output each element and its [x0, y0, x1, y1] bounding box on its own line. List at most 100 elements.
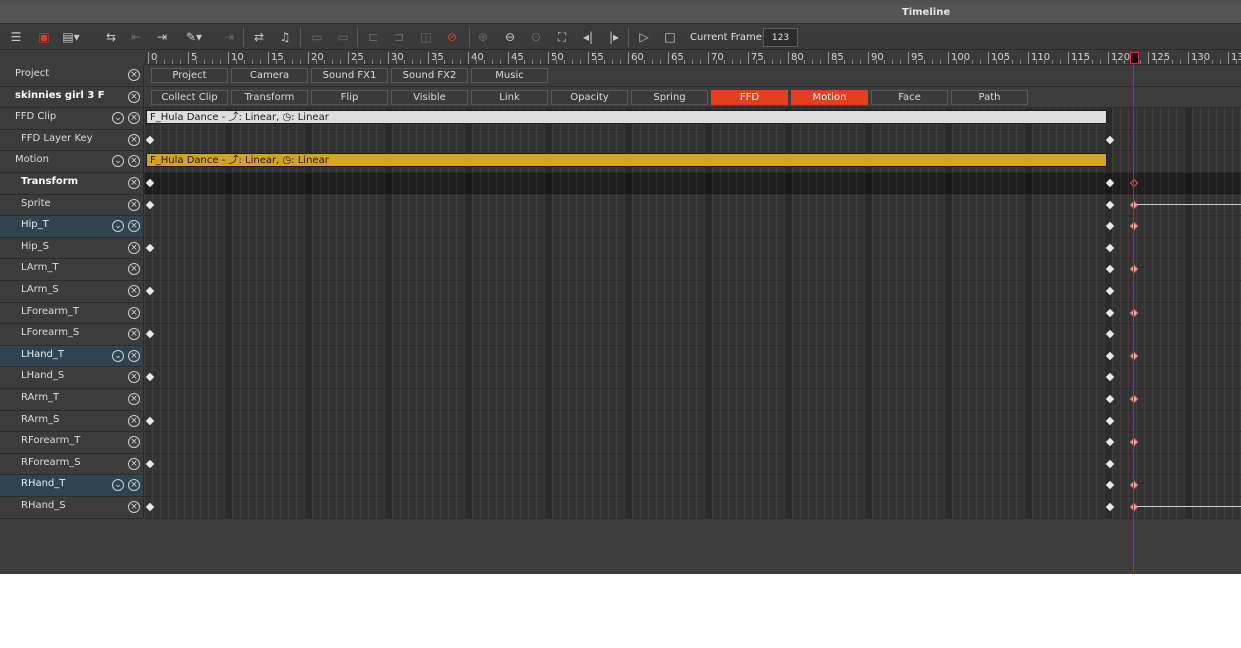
close-track-icon[interactable]: ×	[128, 220, 140, 233]
playhead-handle[interactable]	[1130, 52, 1139, 64]
track-row-rarm-s[interactable]: RArm_S ×	[0, 410, 1241, 433]
track-row-hip-t[interactable]: Hip_T × ⌄	[0, 216, 1241, 238]
filter-sound-fx2-button[interactable]: Sound FX2	[391, 68, 468, 83]
track-lane[interactable]	[144, 65, 1241, 86]
track-row-skinnies-girl-3-f[interactable]: skinnies girl 3 F × Collect Clip Transform F…	[0, 86, 1241, 109]
track-row-lhand-t[interactable]: LHand_T × ⌄	[0, 345, 1241, 368]
filter-spring-button[interactable]: Spring	[631, 89, 708, 105]
filter-project-button[interactable]: Project	[151, 68, 228, 83]
close-track-icon[interactable]: ×	[128, 263, 140, 276]
track-label[interactable]: LForearm_S ×	[0, 324, 144, 345]
track-lane[interactable]	[144, 345, 1241, 367]
track-row-transform[interactable]: Transform ×	[0, 173, 1241, 195]
filter-flip-button[interactable]: Flip	[311, 89, 388, 105]
track-row-larm-s[interactable]: LArm_S ×	[0, 281, 1241, 303]
track-lane[interactable]	[144, 237, 1241, 259]
track-row-rhand-t[interactable]: RHand_T × ⌄	[0, 475, 1241, 497]
track-label[interactable]: LForearm_T ×	[0, 302, 144, 324]
track-label[interactable]: Transform ×	[0, 173, 144, 194]
close-track-icon[interactable]: ×	[128, 198, 140, 211]
edit-menu-icon[interactable]: ✎▾	[185, 29, 203, 46]
filter-visible-button[interactable]: Visible	[391, 89, 468, 105]
track-row-ffd-clip[interactable]: FFD Clip × ⌄ F_Hula Dance - ⤴: Linear, ◷: L…	[0, 108, 1241, 130]
close-track-icon[interactable]: ×	[128, 285, 140, 297]
music-note-icon[interactable]: ♫	[276, 29, 294, 46]
track-lane[interactable]	[144, 281, 1241, 302]
track-lane[interactable]	[144, 453, 1241, 475]
zoom-fit-icon[interactable]: ⊙	[527, 29, 545, 46]
track-lane[interactable]	[144, 129, 1241, 151]
collapse-track-icon[interactable]: ⌄	[112, 112, 124, 125]
collapse-track-icon[interactable]: ⌄	[112, 220, 124, 233]
filter-link-button[interactable]: Link	[471, 89, 548, 105]
collapse-track-icon[interactable]: ⌄	[112, 479, 124, 492]
close-track-icon[interactable]: ×	[128, 393, 140, 405]
close-track-icon[interactable]: ×	[128, 371, 140, 384]
ffd-clip[interactable]: F_Hula Dance - ⤴: Linear, ◷: Linear	[146, 110, 1107, 125]
prev-key-icon[interactable]: ⊏	[364, 29, 382, 46]
close-track-icon[interactable]: ×	[128, 501, 140, 513]
remove-icon[interactable]: ⊘	[443, 29, 461, 46]
track-label[interactable]: Hip_S ×	[0, 237, 144, 259]
track-label[interactable]: RHand_T × ⌄	[0, 475, 144, 496]
close-track-icon[interactable]: ×	[128, 241, 140, 254]
track-row-sprite[interactable]: Sprite ×	[0, 194, 1241, 217]
filter-camera-button[interactable]: Camera	[231, 68, 308, 83]
track-label[interactable]: LHand_T × ⌄	[0, 345, 144, 367]
split-icon[interactable]: ◫	[417, 29, 435, 46]
close-track-icon[interactable]: ×	[128, 133, 140, 146]
track-label[interactable]: RArm_S ×	[0, 410, 144, 432]
track-lane[interactable]	[144, 216, 1241, 237]
track-lane[interactable]	[144, 475, 1241, 496]
filter-sound-fx1-button[interactable]: Sound FX1	[311, 68, 388, 83]
clip2-icon[interactable]: ▭	[334, 29, 352, 46]
track-label[interactable]: LArm_S ×	[0, 281, 144, 302]
track-lane[interactable]	[144, 324, 1241, 345]
frame-ruler[interactable]: 0 5 10 15 20 25 30 35 40 45 50 55 60 65 70 75 80 85 90 95 10…	[144, 51, 1241, 65]
filter-music-button[interactable]: Music	[471, 68, 548, 83]
track-label[interactable]: Hip_T × ⌄	[0, 216, 144, 237]
filter-transform-button[interactable]: Transform	[231, 89, 308, 105]
delete-track-icon[interactable]: ▣	[35, 29, 53, 46]
layout-menu-icon[interactable]: ▤▾	[62, 29, 80, 46]
track-lane[interactable]	[144, 302, 1241, 324]
track-label[interactable]: FFD Layer Key ×	[0, 129, 144, 151]
filter-motion-button[interactable]: Motion	[791, 89, 868, 105]
track-label[interactable]: RArm_T ×	[0, 389, 144, 410]
track-row-lhand-s[interactable]: LHand_S ×	[0, 367, 1241, 389]
track-label[interactable]: Project ×	[0, 65, 144, 86]
close-track-icon[interactable]: ×	[128, 457, 140, 470]
track-row-rforearm-s[interactable]: RForearm_S ×	[0, 453, 1241, 476]
track-label[interactable]: LHand_S ×	[0, 367, 144, 388]
playhead-line[interactable]	[1133, 52, 1134, 574]
close-track-icon[interactable]: ×	[128, 177, 140, 189]
clip-icon[interactable]: ▭	[308, 29, 326, 46]
motion-clip[interactable]: F_Hula Dance - ⤴: Linear, ◷: Linear	[146, 153, 1107, 168]
track-row-larm-t[interactable]: LArm_T ×	[0, 259, 1241, 281]
close-track-icon[interactable]: ×	[128, 69, 140, 81]
track-row-lforearm-s[interactable]: LForearm_S ×	[0, 324, 1241, 346]
track-lane[interactable]	[144, 194, 1241, 216]
filter-ffd-button[interactable]: FFD	[711, 89, 788, 105]
track-lane[interactable]	[144, 259, 1241, 280]
track-label[interactable]: Sprite ×	[0, 194, 144, 216]
track-lane[interactable]	[144, 367, 1241, 388]
track-lane[interactable]	[144, 497, 1241, 518]
track-row-hip-s[interactable]: Hip_S ×	[0, 237, 1241, 260]
track-lane[interactable]	[144, 173, 1241, 194]
track-label[interactable]: skinnies girl 3 F ×	[0, 86, 144, 108]
close-track-icon[interactable]: ×	[128, 414, 140, 427]
collapse-track-icon[interactable]: ⌄	[112, 349, 124, 362]
track-label[interactable]: Motion × ⌄	[0, 151, 144, 172]
close-track-icon[interactable]: ×	[128, 436, 140, 449]
close-track-icon[interactable]: ×	[128, 90, 140, 103]
zoom-in-icon[interactable]: ⊕	[474, 29, 492, 46]
dim-icon[interactable]: ⇥	[220, 29, 238, 46]
filter-opacity-button[interactable]: Opacity	[551, 89, 628, 105]
keyframe-right-icon[interactable]: ⇥	[153, 29, 171, 46]
close-track-icon[interactable]: ×	[128, 306, 140, 319]
loop-icon[interactable]: ⇆	[102, 29, 120, 46]
track-lane[interactable]	[144, 410, 1241, 432]
track-row-lforearm-t[interactable]: LForearm_T ×	[0, 302, 1241, 325]
track-label[interactable]: RHand_S ×	[0, 497, 144, 518]
